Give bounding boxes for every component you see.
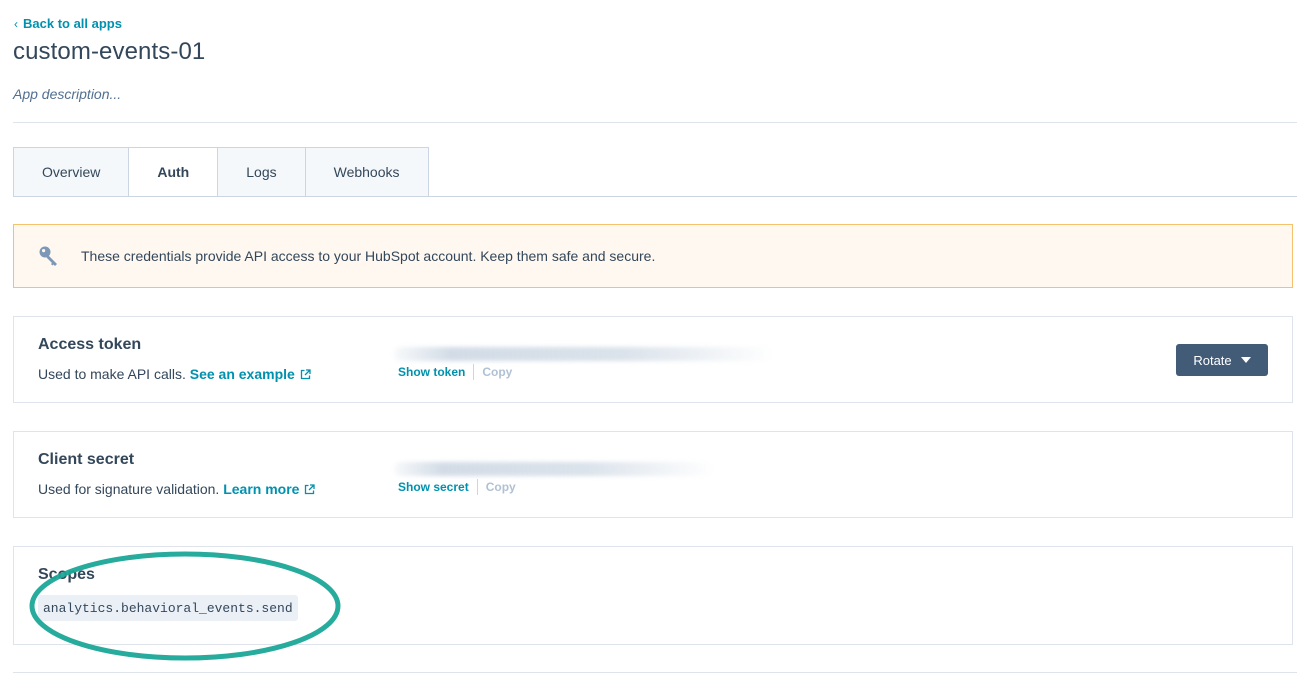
copy-token-button[interactable]: Copy (482, 365, 512, 379)
show-secret-button[interactable]: Show secret (398, 480, 469, 494)
credentials-alert: These credentials provide API access to … (13, 224, 1293, 288)
masked-secret-value (394, 462, 714, 476)
app-description[interactable]: App description... (13, 86, 121, 102)
access-token-description-text: Used to make API calls. (38, 366, 186, 382)
header-divider (13, 122, 1297, 123)
chevron-left-icon: ‹ (14, 16, 18, 31)
tabs-divider (13, 196, 1297, 197)
scope-tag: analytics.behavioral_events.send (38, 595, 298, 621)
secret-actions: Show secret Copy (398, 479, 516, 495)
masked-token-value (394, 347, 774, 361)
scopes-card: Scopes analytics.behavioral_events.send (13, 546, 1293, 645)
caret-down-icon (1240, 357, 1251, 363)
see-an-example-link[interactable]: See an example (190, 366, 311, 382)
client-secret-card: Client secret Used for signature validat… (13, 431, 1293, 518)
see-an-example-label: See an example (189, 366, 295, 382)
footer-divider (13, 672, 1297, 673)
access-token-title: Access token (38, 336, 142, 353)
page-title: custom-events-01 (13, 38, 206, 65)
access-token-description: Used to make API calls. See an example (38, 366, 311, 382)
scopes-title: Scopes (38, 566, 95, 583)
external-link-icon (300, 369, 311, 380)
tab-auth[interactable]: Auth (129, 147, 219, 197)
rotate-button[interactable]: Rotate (1176, 344, 1268, 376)
show-token-button[interactable]: Show token (398, 365, 465, 379)
external-link-icon (305, 484, 316, 495)
tab-webhooks[interactable]: Webhooks (305, 147, 429, 197)
learn-more-link[interactable]: Learn more (223, 481, 316, 497)
tab-bar: Overview Auth Logs Webhooks (13, 147, 429, 197)
learn-more-label: Learn more (223, 481, 300, 497)
actions-separator (476, 479, 478, 495)
client-secret-title: Client secret (38, 451, 135, 468)
client-secret-description-text: Used for signature validation. (38, 481, 220, 497)
actions-separator (473, 364, 475, 380)
client-secret-description: Used for signature validation. Learn mor… (38, 481, 316, 497)
token-actions: Show token Copy (398, 364, 512, 380)
back-to-all-apps-link[interactable]: ‹ Back to all apps (14, 16, 122, 31)
access-token-card: Access token Used to make API calls. See… (13, 316, 1293, 403)
tab-overview[interactable]: Overview (13, 147, 130, 197)
key-icon (38, 245, 60, 267)
alert-message: These credentials provide API access to … (81, 248, 656, 264)
back-link-label: Back to all apps (23, 16, 122, 31)
rotate-label: Rotate (1193, 352, 1232, 368)
tab-logs[interactable]: Logs (218, 147, 306, 197)
copy-secret-button[interactable]: Copy (486, 480, 516, 494)
